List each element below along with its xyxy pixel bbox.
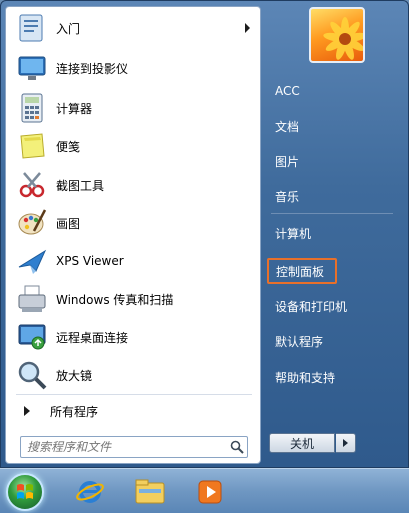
program-item-paint[interactable]: 画图	[10, 205, 256, 241]
right-item-label: 默认程序	[275, 334, 324, 349]
right-item-computer[interactable]: 计算机	[267, 220, 403, 246]
program-label: Windows 传真和扫描	[56, 292, 174, 307]
program-item-snipping-tool[interactable]: 截图工具	[10, 167, 256, 203]
taskbar-button-ie[interactable]	[68, 472, 112, 512]
program-label: 便笺	[56, 139, 81, 154]
program-item-remote-desktop[interactable]: 远程桌面连接	[10, 319, 256, 355]
all-programs-button[interactable]: 所有程序	[10, 398, 256, 424]
right-item-user[interactable]: ACC	[267, 78, 403, 104]
right-item-label: 设备和打印机	[275, 299, 348, 314]
start-button[interactable]	[6, 473, 44, 511]
sticky-notes-icon	[20, 133, 45, 159]
all-programs-label: 所有程序	[50, 404, 99, 419]
program-label: XPS Viewer	[56, 254, 124, 268]
right-item-pictures[interactable]: 图片	[267, 148, 403, 174]
program-item-calculator[interactable]: 计算器	[10, 90, 256, 126]
program-item-sticky-notes[interactable]: 便笺	[10, 128, 256, 164]
right-item-label: 文档	[275, 119, 300, 134]
taskbar-button-media-player[interactable]	[188, 472, 232, 512]
snipping-tool-icon	[19, 172, 45, 198]
right-item-label: 控制面板	[276, 264, 325, 279]
calculator-icon	[21, 93, 43, 123]
windows-logo-icon	[17, 484, 33, 499]
paint-icon	[18, 209, 47, 235]
xps-viewer-icon	[18, 249, 47, 274]
search-box[interactable]	[20, 436, 248, 458]
right-item-help-support[interactable]: 帮助和支持	[267, 364, 403, 390]
chevron-right-icon	[343, 439, 348, 447]
shutdown-label: 关机	[289, 436, 314, 451]
program-label: 入门	[56, 21, 81, 36]
windows-explorer-icon	[135, 479, 165, 504]
right-item-documents[interactable]: 文档	[267, 113, 403, 139]
search-input[interactable]	[27, 438, 227, 456]
programs-pane: 入门 连接到投影仪 计算器 便笺 截图工具 画图 XPS Viewer Wind…	[5, 6, 261, 464]
magnifier-icon	[18, 361, 47, 390]
shutdown-options-button[interactable]	[336, 433, 356, 453]
taskbar-button-explorer[interactable]	[128, 472, 172, 512]
separator	[16, 394, 252, 395]
program-label: 放大镜	[56, 368, 93, 383]
right-item-label: 计算机	[275, 226, 312, 241]
right-item-label: 图片	[275, 154, 300, 169]
right-item-label: 帮助和支持	[275, 370, 336, 385]
right-item-default-programs[interactable]: 默认程序	[267, 328, 403, 354]
user-picture-avatar[interactable]	[309, 7, 365, 63]
submenu-arrow-icon	[245, 23, 250, 33]
program-item-getting-started[interactable]: 入门	[10, 10, 256, 46]
program-item-fax-scan[interactable]: Windows 传真和扫描	[10, 281, 256, 317]
right-item-devices-printers[interactable]: 设备和打印机	[267, 293, 403, 319]
right-item-label: ACC	[275, 84, 300, 98]
program-item-projector[interactable]: 连接到投影仪	[10, 50, 256, 86]
program-label: 计算器	[56, 101, 93, 116]
remote-desktop-icon	[18, 324, 46, 350]
separator	[271, 213, 393, 214]
getting-started-icon	[19, 14, 43, 42]
program-item-magnifier[interactable]: 放大镜	[10, 357, 256, 393]
shutdown-button[interactable]: 关机	[269, 433, 335, 453]
program-label: 画图	[56, 216, 81, 231]
internet-explorer-icon	[76, 481, 104, 503]
right-item-label: 音乐	[275, 189, 300, 204]
right-item-control-panel[interactable]: 控制面板	[267, 258, 337, 284]
search-icon[interactable]	[227, 438, 247, 456]
media-player-icon	[198, 480, 222, 504]
start-menu: 入门 连接到投影仪 计算器 便笺 截图工具 画图 XPS Viewer Wind…	[0, 0, 409, 468]
flower-icon	[323, 17, 363, 60]
fax-scan-icon	[18, 285, 46, 312]
projector-icon	[18, 56, 46, 80]
program-label: 远程桌面连接	[56, 330, 129, 345]
program-label: 连接到投影仪	[56, 61, 129, 76]
right-item-music[interactable]: 音乐	[267, 183, 403, 209]
taskbar	[0, 468, 409, 513]
program-label: 截图工具	[56, 178, 105, 193]
expand-arrow-icon	[24, 406, 30, 416]
program-item-xps-viewer[interactable]: XPS Viewer	[10, 243, 256, 279]
